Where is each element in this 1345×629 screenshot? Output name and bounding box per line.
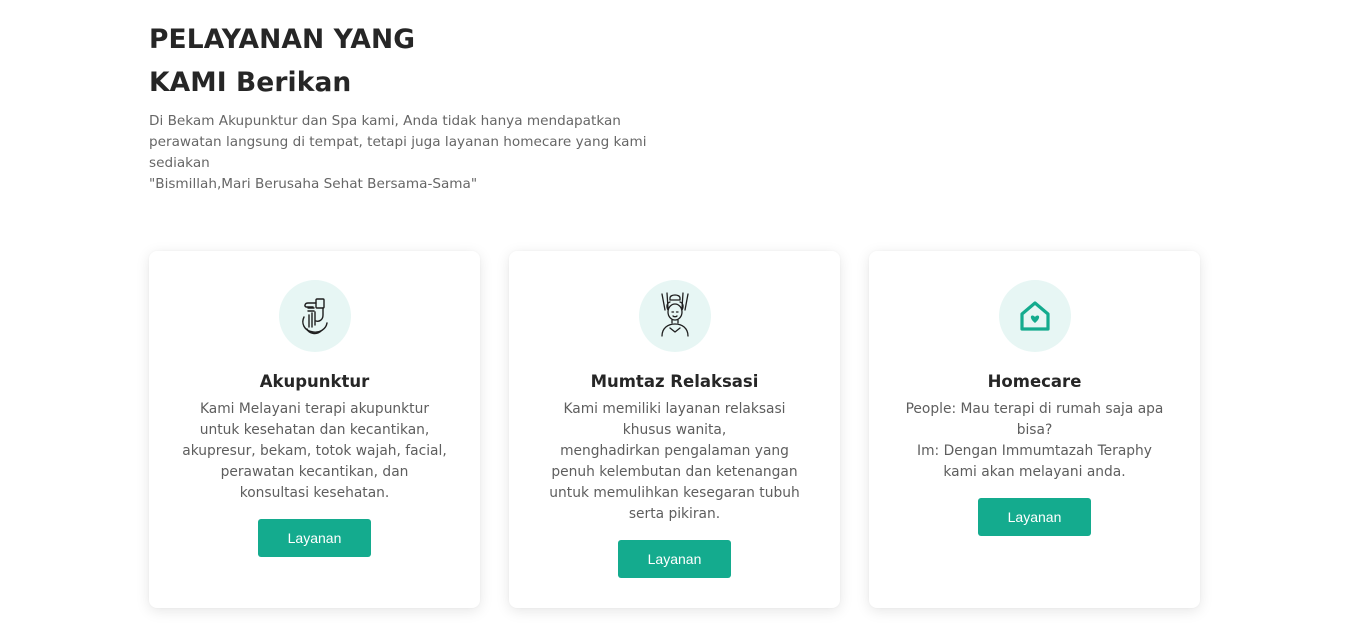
section-title-line-2: KAMI Berikan [149,67,352,98]
acupuncture-hand-icon [278,280,351,352]
massage-face-icon [638,280,711,352]
card-description: Kami memiliki layanan relaksasi khusus w… [549,401,800,522]
service-card-akupunktur: Akupunktur Kami Melayani terapi akupunkt… [149,251,480,608]
service-card-homecare: Homecare People: Mau terapi di rumah saj… [869,251,1200,608]
layanan-button[interactable]: Layanan [618,540,731,578]
service-card-mumtaz-relaksasi: Mumtaz Relaksasi Kami memiliki layanan r… [509,251,840,608]
card-description: People: Mau terapi di rumah saja apa bis… [905,401,1164,480]
section-description: Di Bekam Akupunktur dan Spa kami, Anda t… [149,113,647,192]
card-description: Kami Melayani terapi akupunktur untuk ke… [182,401,447,501]
home-heart-icon [998,280,1071,352]
layanan-button[interactable]: Layanan [978,498,1091,536]
card-title: Mumtaz Relaksasi [590,372,759,391]
card-title: Akupunktur [259,372,370,391]
services-header: PELAYANAN YANG KAMI Berikan Di Bekam Aku… [149,18,709,195]
service-cards: Akupunktur Kami Melayani terapi akupunkt… [149,251,1200,608]
card-title: Homecare [987,372,1082,391]
layanan-button[interactable]: Layanan [258,519,371,557]
section-title-line-1: PELAYANAN YANG [149,24,416,55]
